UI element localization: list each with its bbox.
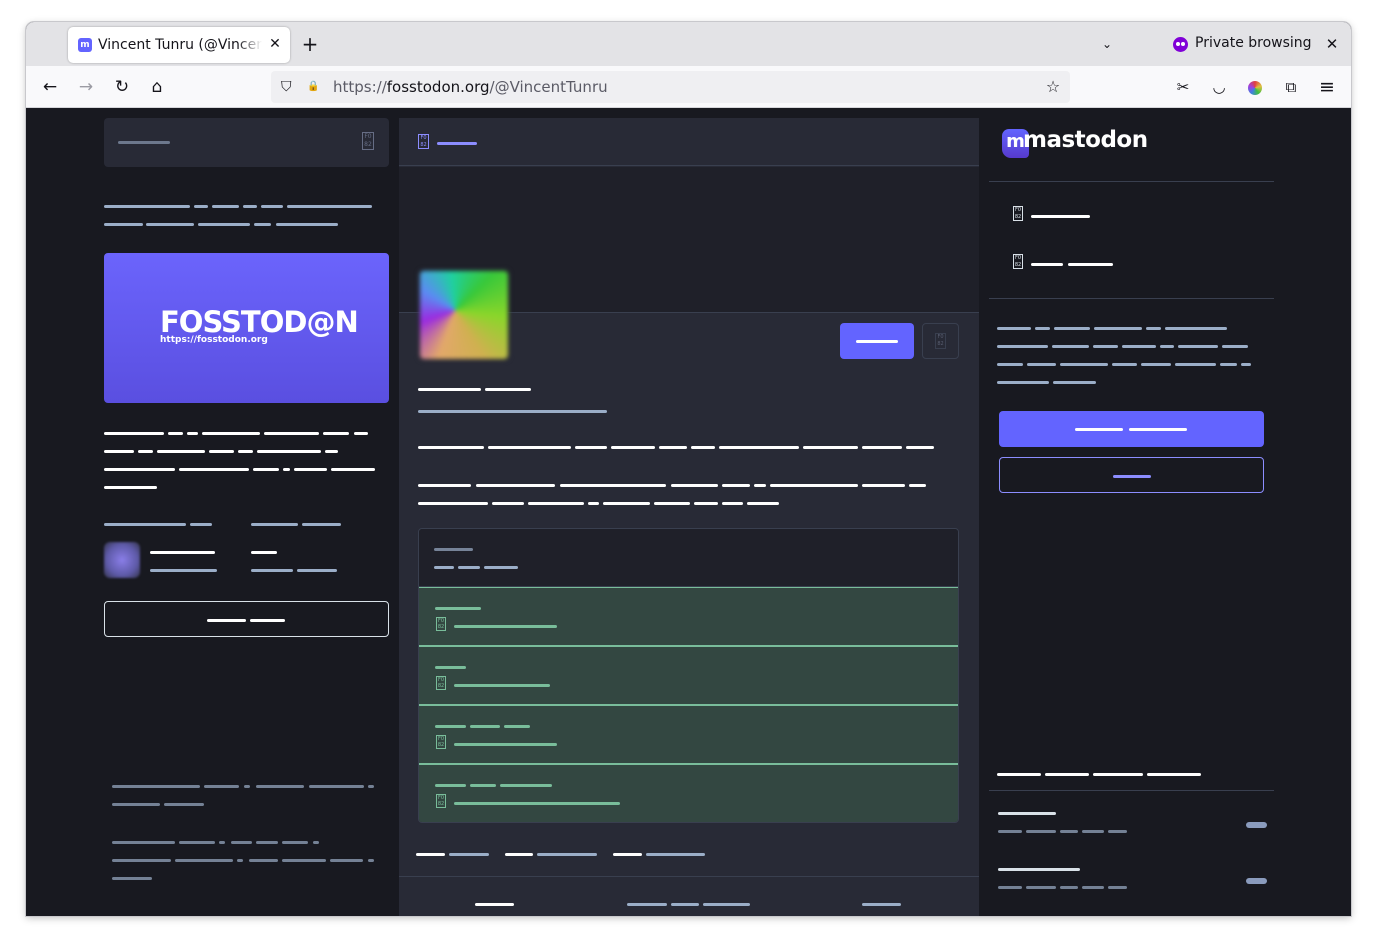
footer-link[interactable]: [330, 859, 363, 862]
admin-handle[interactable]: [150, 569, 217, 572]
profile-column: F0 82 F0 82 F0 82 F0 82 F0 82 F0 82: [399, 118, 979, 916]
login-button[interactable]: [999, 457, 1264, 493]
footer-link[interactable]: [256, 841, 278, 844]
window-close-button[interactable]: ✕: [1322, 34, 1342, 54]
chevron-down-icon[interactable]: ⌄: [1097, 34, 1117, 54]
footer-link[interactable]: [282, 841, 308, 844]
footer-link[interactable]: [175, 859, 233, 862]
private-browsing-label: Private browsing: [1195, 35, 1312, 51]
screenshot-scissors-icon[interactable]: ✂: [1172, 76, 1194, 98]
check-icon: F0 82: [436, 676, 446, 690]
active-tab[interactable]: m Vincent Tunru (@VincentTunru ✕: [68, 27, 290, 63]
bio-link[interactable]: [418, 484, 471, 487]
divider: [989, 181, 1274, 182]
profile-avatar[interactable]: [418, 269, 510, 361]
check-icon: F0 82: [436, 617, 446, 631]
page-content: F0 82 FOSSTOD@N https://fosstodon.org F0…: [26, 108, 1351, 916]
trend-sparkline: [1246, 878, 1267, 884]
bio-link[interactable]: [560, 484, 666, 487]
learn-more-link[interactable]: [276, 223, 338, 226]
create-account-button[interactable]: [999, 411, 1264, 447]
home-button[interactable]: ⌂: [145, 75, 169, 99]
admin-avatar[interactable]: [104, 542, 140, 578]
profile-menu-button[interactable]: F0 82: [922, 323, 959, 359]
verified-link[interactable]: [454, 743, 557, 746]
back-link[interactable]: [437, 142, 477, 145]
pocket-icon[interactable]: ◡: [1208, 76, 1230, 98]
verified-field-row: F0 82: [419, 587, 958, 646]
profile-handle[interactable]: [418, 410, 607, 413]
url-bar[interactable]: ⛉ 🔒 https://fosstodon.org/@VincentTunru …: [271, 71, 1070, 103]
learn-more-button[interactable]: [104, 601, 389, 637]
verified-field-row: F0 82: [419, 764, 958, 822]
mastodon-favicon-icon: m: [78, 38, 92, 52]
active-users-count: [251, 551, 277, 554]
divider: [989, 298, 1274, 299]
verified-field-row: F0 82: [419, 646, 958, 705]
verified-link[interactable]: [454, 625, 557, 628]
verified-link[interactable]: [454, 802, 620, 805]
navigation-panel: m mastodon F0 82 F0 82: [989, 108, 1274, 916]
profile-fields: F0 82 F0 82 F0 82 F0 82: [418, 528, 959, 823]
footer-link[interactable]: [256, 785, 304, 788]
hamburger-menu-icon[interactable]: ≡: [1316, 76, 1338, 98]
ellipsis-icon: F0 82: [935, 333, 946, 349]
verified-field-row: F0 82: [419, 705, 958, 764]
footer-link[interactable]: [164, 803, 204, 806]
search-input[interactable]: F0 82: [104, 118, 389, 167]
profile-tabs: [399, 876, 979, 916]
mastodon-wordmark: mastodon: [1023, 127, 1148, 153]
tab-bar: m Vincent Tunru (@VincentTunru ✕ + ⌄ Pri…: [26, 22, 1351, 66]
check-icon: F0 82: [436, 794, 446, 808]
hashtag-icon: F0 82: [1013, 206, 1023, 221]
bookmark-star-icon[interactable]: ☆: [1043, 77, 1063, 97]
reload-button[interactable]: ↻: [110, 75, 134, 99]
column-header: F0 82: [399, 118, 979, 166]
navigation-toolbar: ← → ↻ ⌂ ⛉ 🔒 https://fosstodon.org/@Vince…: [26, 66, 1351, 108]
footer-link[interactable]: [204, 785, 239, 788]
bio-link[interactable]: [476, 484, 555, 487]
check-icon: F0 82: [436, 735, 446, 749]
back-button[interactable]: ←: [38, 75, 62, 99]
url-text[interactable]: https://fosstodon.org/@VincentTunru: [333, 78, 608, 96]
footer-link[interactable]: [249, 859, 278, 862]
follow-button[interactable]: [840, 323, 914, 359]
divider: [989, 790, 1274, 791]
server-banner-image: FOSSTOD@N https://fosstodon.org: [104, 253, 389, 403]
trend-sparkline: [1246, 822, 1267, 828]
color-wheel-icon[interactable]: [1244, 76, 1266, 98]
forward-button[interactable]: →: [74, 75, 98, 99]
extensions-puzzle-icon[interactable]: ⧉: [1280, 76, 1302, 98]
browser-window: m Vincent Tunru (@VincentTunru ✕ + ⌄ Pri…: [26, 22, 1351, 916]
lock-icon[interactable]: 🔒: [307, 79, 319, 95]
bio-link[interactable]: [671, 484, 718, 487]
private-browsing-icon: [1173, 37, 1188, 52]
verified-link[interactable]: [454, 684, 550, 687]
field-row: [419, 529, 958, 587]
tab-title: Vincent Tunru (@VincentTunru: [98, 37, 262, 53]
tab-posts-and-replies[interactable]: [627, 903, 667, 906]
new-tab-button[interactable]: +: [300, 34, 320, 54]
banner-url: https://fosstodon.org: [160, 335, 268, 345]
search-placeholder: [118, 141, 170, 144]
tracking-shield-icon[interactable]: ⛉: [281, 79, 295, 95]
search-icon[interactable]: F0 82: [362, 132, 374, 150]
footer-link[interactable]: [309, 785, 364, 788]
footer-link[interactable]: [179, 841, 215, 844]
close-tab-icon[interactable]: ✕: [266, 35, 284, 53]
tab-posts[interactable]: [475, 903, 514, 906]
footer-link[interactable]: [282, 859, 326, 862]
globe-icon: F0 82: [1013, 254, 1023, 269]
back-arrow-icon[interactable]: F0 82: [418, 134, 429, 149]
footer-link[interactable]: [231, 841, 252, 844]
tab-media[interactable]: [862, 903, 901, 906]
fosstodon-logo: FOSSTOD@N: [160, 305, 359, 339]
footer-link[interactable]: [112, 803, 160, 806]
admin-name[interactable]: [150, 551, 215, 554]
